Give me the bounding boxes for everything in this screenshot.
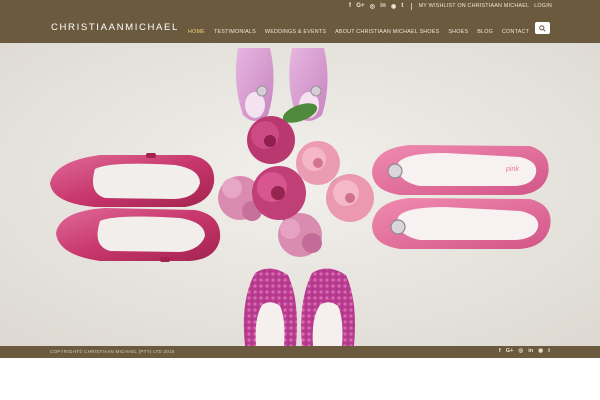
site-footer: COPYRIGHT© CHRISTIAAN MICHAEL (PTY) LTD … bbox=[0, 346, 600, 358]
footer-social-links: f G+ ◎ in ◉ t bbox=[499, 348, 550, 354]
login-link[interactable]: LOGIN bbox=[534, 3, 552, 9]
hero-photo-shoes-and-flowers: pink bbox=[0, 43, 600, 346]
footer-twitter-icon[interactable]: t bbox=[548, 348, 550, 354]
nav-item-testimonials[interactable]: TESTIMONIALS bbox=[214, 29, 256, 35]
site-logo[interactable]: CHRISTIAANMICHAEL bbox=[51, 22, 179, 33]
copyright-text: COPYRIGHT© CHRISTIAAN MICHAEL (PTY) LTD … bbox=[50, 349, 175, 354]
footer-facebook-icon[interactable]: f bbox=[499, 348, 501, 354]
footer-linkedin-icon[interactable]: in bbox=[528, 348, 533, 354]
google-plus-icon[interactable]: G+ bbox=[356, 3, 365, 9]
footer-google-plus-icon[interactable]: G+ bbox=[506, 348, 514, 354]
search-icon bbox=[539, 24, 546, 32]
twitter-icon[interactable]: t bbox=[401, 3, 403, 9]
linkedin-icon[interactable]: in bbox=[380, 3, 386, 9]
footer-pinterest-icon[interactable]: ◉ bbox=[538, 348, 543, 354]
top-bar: f G+ ◎ in ◉ t MY WISHLIST ON CHRISTIAAN … bbox=[349, 1, 552, 11]
facebook-icon[interactable]: f bbox=[349, 3, 351, 9]
pinterest-icon[interactable]: ◉ bbox=[391, 3, 396, 10]
main-nav: HOME TESTIMONIALS WEDDINGS & EVENTS ABOU… bbox=[188, 29, 538, 35]
wishlist-link[interactable]: MY WISHLIST ON CHRISTIAAN MICHAEL bbox=[419, 3, 530, 9]
shoe-brand-label: pink bbox=[505, 166, 519, 173]
instagram-icon[interactable]: ◎ bbox=[370, 3, 375, 10]
nav-item-about[interactable]: ABOUT CHRISTIAAN MICHAEL SHOES bbox=[335, 29, 439, 35]
nav-item-contact[interactable]: CONTACT bbox=[502, 29, 529, 35]
nav-item-blog[interactable]: BLOG bbox=[477, 29, 493, 35]
site-header: f G+ ◎ in ◉ t MY WISHLIST ON CHRISTIAAN … bbox=[0, 0, 600, 43]
nav-item-home[interactable]: HOME bbox=[188, 29, 205, 35]
top-social-links: f G+ ◎ in ◉ t bbox=[349, 3, 404, 10]
topbar-divider bbox=[410, 2, 412, 10]
nav-item-weddings-events[interactable]: WEDDINGS & EVENTS bbox=[265, 29, 326, 35]
search-button[interactable] bbox=[535, 22, 550, 34]
footer-instagram-icon[interactable]: ◎ bbox=[518, 348, 523, 354]
nav-item-shoes[interactable]: SHOES bbox=[448, 29, 468, 35]
hero-image: pink bbox=[0, 43, 600, 346]
